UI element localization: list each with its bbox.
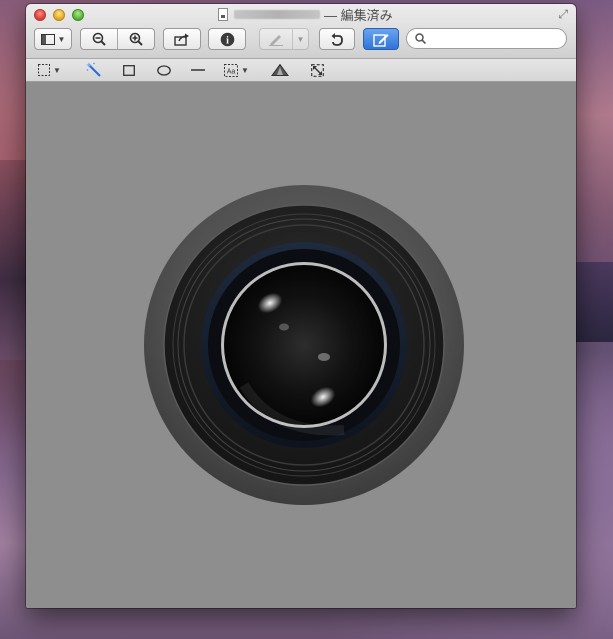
highlight-button[interactable] — [260, 29, 292, 49]
highlight-menu-button[interactable]: ▼ — [291, 29, 308, 49]
camera-lens-image — [144, 185, 464, 505]
zoom-button[interactable] — [72, 9, 84, 21]
rotate-icon — [331, 32, 343, 46]
text-tool[interactable]: Aa ▼ — [224, 62, 249, 78]
rotate-button[interactable] — [319, 28, 355, 50]
oval-shape-tool[interactable] — [157, 62, 171, 78]
share-button[interactable] — [163, 28, 201, 50]
inspector-button[interactable]: i — [208, 28, 246, 50]
preview-window: — 編集済み ⤢ ▼ i ▼ ▼ Aa ▼ — [26, 4, 576, 608]
share-icon — [174, 33, 189, 46]
zoom-control — [80, 28, 155, 50]
chevron-down-icon: ▼ — [296, 34, 305, 44]
rectangle-icon — [123, 64, 135, 76]
svg-text:Aa: Aa — [227, 68, 236, 75]
document-proxy-icon[interactable] — [218, 7, 228, 21]
line-shape-tool[interactable] — [191, 62, 205, 78]
zoom-out-icon — [92, 32, 106, 46]
fullscreen-icon[interactable]: ⤢ — [558, 8, 568, 20]
sidebar-view-icon — [40, 33, 55, 45]
chevron-down-icon: ▼ — [241, 65, 249, 75]
magic-wand-icon — [86, 62, 101, 77]
close-button[interactable] — [34, 9, 46, 21]
markup-toolbar: ▼ Aa ▼ — [26, 59, 576, 82]
view-menu-button[interactable]: ▼ — [34, 28, 72, 50]
prism-icon — [271, 64, 289, 76]
minimize-button[interactable] — [53, 9, 65, 21]
rectangular-selection-tool[interactable]: ▼ — [38, 62, 61, 78]
svg-text:i: i — [226, 35, 229, 46]
document-canvas[interactable] — [26, 82, 576, 608]
rectangle-shape-tool[interactable] — [123, 62, 135, 78]
desktop-wallpaper-left — [0, 160, 28, 360]
line-icon — [191, 69, 205, 71]
window-title: — 編集済み — [218, 6, 393, 23]
adjust-color-tool[interactable] — [271, 62, 289, 78]
zoom-in-button[interactable] — [117, 29, 154, 49]
zoom-in-icon — [129, 32, 143, 46]
search-icon — [415, 33, 426, 44]
info-icon: i — [220, 32, 234, 46]
oval-icon — [157, 64, 171, 76]
zoom-out-button[interactable] — [81, 29, 117, 49]
filename-redacted — [234, 9, 320, 19]
resize-icon — [311, 63, 324, 77]
search-input[interactable] — [431, 30, 560, 47]
dotted-rectangle-icon — [38, 64, 50, 76]
chevron-down-icon: ▼ — [57, 34, 66, 44]
markup-pen-icon — [373, 33, 389, 47]
title-edited-label: — 編集済み — [324, 7, 393, 23]
instant-alpha-tool[interactable] — [86, 62, 102, 78]
highlight-control: ▼ — [259, 28, 309, 50]
text-box-icon: Aa — [224, 63, 238, 77]
markup-toolbar-toggle[interactable] — [363, 28, 399, 50]
adjust-size-tool[interactable] — [311, 62, 324, 78]
title-bar: — 編集済み ⤢ ▼ i ▼ — [26, 4, 576, 59]
desktop-wallpaper-right — [573, 262, 613, 342]
chevron-down-icon: ▼ — [53, 65, 61, 75]
search-field[interactable] — [406, 28, 567, 49]
highlight-pen-icon — [268, 35, 283, 46]
